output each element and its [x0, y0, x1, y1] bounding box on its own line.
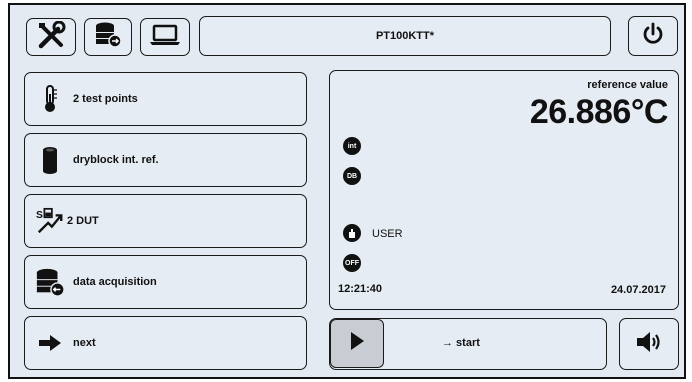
tools-button[interactable]	[26, 18, 76, 56]
user-hand-icon	[343, 224, 361, 242]
menu-label: 2 DUT	[67, 215, 99, 227]
dryblock-icon	[35, 145, 65, 175]
thermometer-icon	[35, 84, 65, 114]
badge-int-text: int	[347, 142, 357, 150]
user-label: USER	[372, 228, 403, 240]
play-button[interactable]	[330, 319, 384, 368]
dut-icon: S	[35, 205, 65, 237]
menu-dryblock[interactable]: dryblock int. ref.	[24, 133, 307, 187]
tools-icon	[36, 20, 66, 54]
menu-test-points[interactable]: 2 test points	[24, 72, 307, 126]
start-label: → start	[442, 337, 480, 349]
reference-label: reference value	[587, 79, 668, 91]
badge-db-text: DB	[346, 172, 358, 180]
next-button[interactable]: next	[24, 316, 307, 370]
data-acquisition-icon	[35, 266, 65, 298]
power-icon	[641, 22, 665, 51]
menu-dut[interactable]: S 2 DUT	[24, 194, 307, 248]
svg-text:S: S	[36, 210, 43, 221]
menu-label: data acquisition	[73, 276, 157, 288]
start-bar[interactable]: → start	[329, 318, 607, 370]
badge-off-text: OFF	[345, 259, 359, 267]
speaker-icon	[634, 329, 664, 360]
off-badge: OFF	[343, 254, 361, 272]
sound-button[interactable]	[619, 318, 679, 370]
play-icon	[349, 331, 365, 356]
arrow-right-icon	[35, 333, 65, 353]
laptop-button[interactable]	[140, 18, 190, 56]
menu-data-acquisition[interactable]: data acquisition	[24, 255, 307, 309]
instrument-title: PT100KTT*	[199, 16, 611, 56]
menu-label: dryblock int. ref.	[73, 154, 159, 166]
laptop-icon	[148, 23, 182, 52]
menu-label: 2 test points	[73, 93, 138, 105]
reference-panel: reference value 26.886°C int DB USER OFF…	[329, 70, 679, 310]
database-export-icon	[93, 21, 123, 54]
date-display: 24.07.2017	[610, 284, 666, 296]
internal-thermometer-badge: int	[343, 137, 361, 155]
db-badge: DB	[343, 167, 361, 185]
menu-label: next	[73, 337, 96, 349]
instrument-title-text: PT100KTT*	[375, 30, 435, 42]
reference-value: 26.886°C	[529, 93, 669, 131]
database-button[interactable]	[84, 18, 132, 56]
time-display: 12:21:40	[338, 283, 383, 295]
power-button[interactable]	[628, 16, 678, 56]
